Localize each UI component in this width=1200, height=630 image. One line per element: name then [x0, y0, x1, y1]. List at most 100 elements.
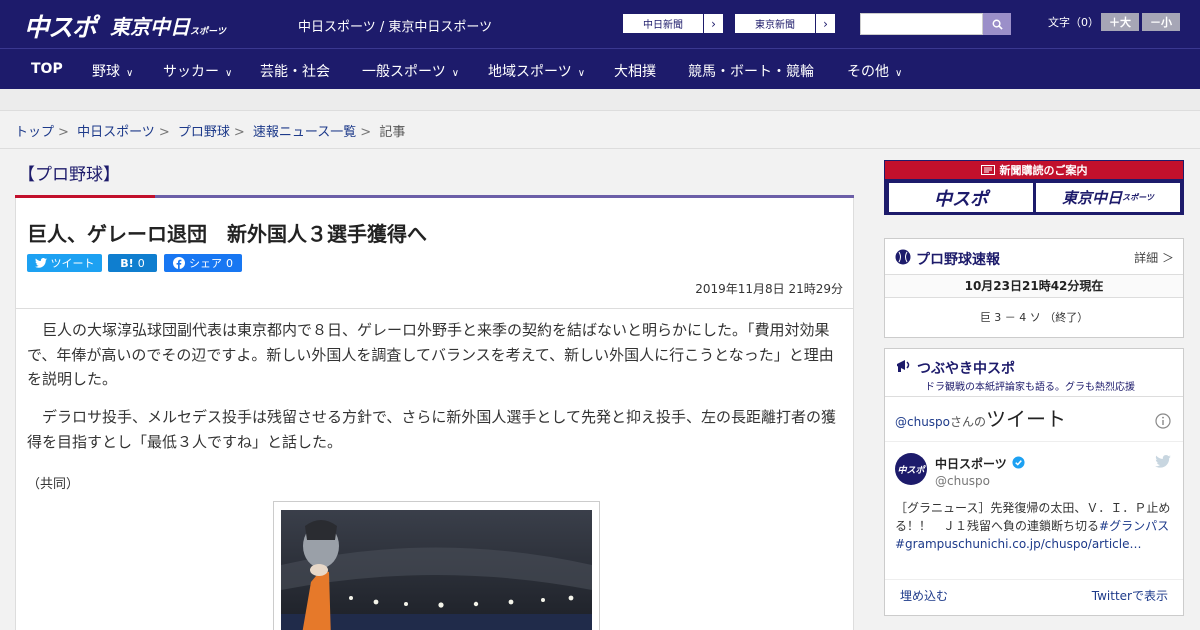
category-title: 【プロ野球】 — [18, 165, 120, 185]
nav-item-label: サッカー — [163, 64, 219, 80]
main-nav: TOP 野球 ∨ サッカー ∨ 芸能・社会 一般スポーツ ∨ 地域スポーツ ∨ 大相撲 … — [0, 48, 1200, 89]
hatena-label: B! — [120, 256, 134, 270]
nav-item-label: TOP — [31, 61, 63, 77]
breadcrumb-separator: > — [233, 125, 245, 140]
nav-item-baseball[interactable]: 野球 ∨ — [92, 61, 133, 81]
article-photo[interactable] — [281, 510, 592, 630]
nav-item-label: 競馬・ボート・競輪 — [688, 64, 814, 80]
nav-item-others[interactable]: その他 ∨ — [847, 61, 902, 81]
nav-item-entertainment[interactable]: 芸能・社会 — [260, 61, 330, 81]
avatar[interactable]: 中スポ — [895, 453, 927, 485]
article-date: 2019年11月8日 21時29分 — [695, 282, 843, 296]
subscribe-chuspo-button[interactable]: 中スポ — [889, 183, 1033, 212]
baseball-bulletin-title: プロ野球速報 — [916, 252, 1000, 268]
font-size-label: 文字（0） — [1048, 16, 1099, 29]
tweets-title: つぶやき中スポ — [917, 361, 1015, 377]
view-on-twitter-link[interactable]: Twitterで表示 — [1092, 587, 1168, 604]
article-divider — [16, 308, 853, 309]
tweet-hashtag[interactable]: #グランパス — [1099, 519, 1169, 533]
nav-item-label: 大相撲 — [614, 64, 656, 80]
tokyo-chunichi-logo[interactable]: 東京中日スポーツ — [110, 11, 226, 40]
subscribe-tokyo-chunichi-label: 東京中日 — [1062, 189, 1123, 207]
baseball-score[interactable]: 巨 3 － 4 ソ （終了） — [885, 309, 1183, 325]
facebook-count: 0 — [226, 256, 233, 270]
article-paragraph: 巨人の大塚淳弘球団副代表は東京都内で８日、ゲレーロ外野手と来季の契約を結ばないと… — [27, 321, 834, 388]
twitter-icon — [34, 258, 47, 268]
newspaper-icon — [980, 165, 995, 175]
chevron-down-icon: ∨ — [895, 68, 903, 79]
nav-item-label: 芸能・社会 — [260, 64, 330, 80]
nav-item-label: 地域スポーツ — [488, 64, 572, 80]
article-photo-frame — [273, 501, 600, 630]
breadcrumb-news-list[interactable]: 速報ニュース一覧 — [253, 125, 356, 140]
chevron-down-icon: ∨ — [225, 68, 233, 79]
tweet-account-name[interactable]: 中日スポーツ — [935, 455, 1007, 472]
chevron-right-icon: › — [815, 14, 835, 33]
megaphone-icon — [897, 360, 910, 372]
chunichi-shimbun-label: 中日新聞 — [643, 20, 683, 31]
twitter-bird-icon[interactable] — [1155, 455, 1171, 468]
tweet-body: ［グラニュース］先発復帰の太田、Ｖ．Ｉ．Ｐ止める！！ Ｊ１残留へ負の連鎖断ち切る… — [895, 499, 1175, 553]
embed-link[interactable]: 埋め込む — [900, 587, 948, 604]
search-button[interactable] — [983, 13, 1011, 35]
article-headline: 巨人、ゲレーロ退団 新外国人３選手獲得へ — [27, 222, 427, 246]
baseball-icon — [895, 249, 911, 265]
facebook-share-button[interactable]: シェア 0 — [164, 254, 242, 272]
search-input[interactable] — [860, 13, 983, 35]
chevron-down-icon: ∨ — [577, 68, 586, 79]
tweets-label: ツイート — [986, 407, 1067, 431]
tweets-heading: @chuspoさんのツイート — [895, 403, 1066, 432]
breadcrumb-divider — [0, 148, 1200, 149]
tokyo-shimbun-label: 東京新聞 — [755, 20, 795, 31]
nav-item-sumo[interactable]: 大相撲 — [614, 61, 656, 81]
chunichi-shimbun-link[interactable]: 中日新聞 › — [622, 13, 724, 34]
breadcrumb: トップ > 中日スポーツ > プロ野球 > 速報ニュース一覧 > 記事 — [15, 121, 405, 140]
tweets-divider — [885, 579, 1183, 580]
baseball-bulletin-box: プロ野球速報 詳細 ＞ 10月23日21時42分現在 巨 3 － 4 ソ （終了… — [884, 238, 1184, 338]
tweet-button[interactable]: ツイート — [27, 254, 102, 272]
nav-item-top[interactable]: TOP — [31, 61, 63, 77]
breadcrumb-current: 記事 — [379, 125, 406, 140]
site-names: 中日スポーツ / 東京中日スポーツ — [298, 20, 493, 35]
subscription-banner[interactable]: 新聞購読のご案内 中スポ 東京中日 スポーツ — [884, 160, 1184, 215]
nav-item-soccer[interactable]: サッカー ∨ — [163, 61, 232, 81]
subscription-header: 新聞購読のご案内 — [885, 161, 1183, 179]
verified-badge-icon — [1012, 456, 1025, 469]
tweet-link[interactable]: #grampuschunichi.co.jp/chuspo/article… — [895, 537, 1141, 551]
baseball-bulletin-status: 10月23日21時42分現在 — [885, 274, 1183, 298]
tokyo-chunichi-logo-text: 東京中日 — [110, 15, 190, 39]
subscribe-tokyo-chunichi-small: スポーツ — [1122, 193, 1154, 202]
nav-item-racing[interactable]: 競馬・ボート・競輪 — [688, 61, 814, 81]
hatena-bookmark-button[interactable]: B! 0 — [108, 254, 157, 272]
breadcrumb-top[interactable]: トップ — [15, 125, 54, 140]
info-icon[interactable] — [1155, 413, 1171, 429]
tweet-account-handle[interactable]: @chuspo — [935, 474, 990, 488]
font-smaller-button[interactable]: －小 — [1142, 13, 1180, 31]
nav-item-general-sports[interactable]: 一般スポーツ ∨ — [362, 61, 459, 81]
breadcrumb-chunichi-sports[interactable]: 中日スポーツ — [77, 125, 155, 140]
article-credit: （共同） — [27, 477, 80, 492]
chevron-down-icon: ∨ — [126, 68, 134, 79]
baseball-bulletin-more-link[interactable]: 詳細 ＞ — [1134, 249, 1174, 266]
facebook-icon — [173, 257, 185, 269]
tweets-box: つぶやき中スポ ドラ観戦の本紙評論家も語る。グラも熱烈応援 @chuspoさんの… — [884, 348, 1184, 616]
nav-item-label: 一般スポーツ — [362, 64, 446, 80]
subscribe-tokyo-chunichi-button[interactable]: 東京中日 スポーツ — [1036, 183, 1180, 212]
tweets-by-suffix: さんの — [950, 415, 987, 429]
nav-item-label: その他 — [847, 64, 889, 80]
stadium-photo-icon — [281, 510, 592, 630]
tweets-by-handle[interactable]: @chuspo — [895, 415, 950, 429]
nav-item-local-sports[interactable]: 地域スポーツ ∨ — [488, 61, 585, 81]
font-larger-button[interactable]: ＋大 — [1101, 13, 1139, 31]
article-paragraph: デラロサ投手、メルセデス投手は残留させる方針で、さらに新外国人選手として先発と抑… — [27, 408, 836, 451]
site-header: 中スポ 東京中日スポーツ 中日スポーツ / 東京中日スポーツ 中日新聞 › 東京… — [0, 0, 1200, 48]
tweets-subtitle: ドラ観戦の本紙評論家も語る。グラも熱烈応援 — [925, 382, 1135, 393]
subscription-title: 新聞購読のご案内 — [999, 164, 1088, 177]
chuspo-logo[interactable]: 中スポ — [24, 8, 97, 44]
tweet-label: ツイート — [50, 257, 95, 270]
breadcrumb-pro-baseball[interactable]: プロ野球 — [178, 125, 230, 140]
tweets-divider — [885, 441, 1183, 442]
breadcrumb-separator: > — [158, 125, 170, 140]
nav-item-label: 野球 — [92, 64, 120, 80]
tokyo-shimbun-link[interactable]: 東京新聞 › — [734, 13, 836, 34]
